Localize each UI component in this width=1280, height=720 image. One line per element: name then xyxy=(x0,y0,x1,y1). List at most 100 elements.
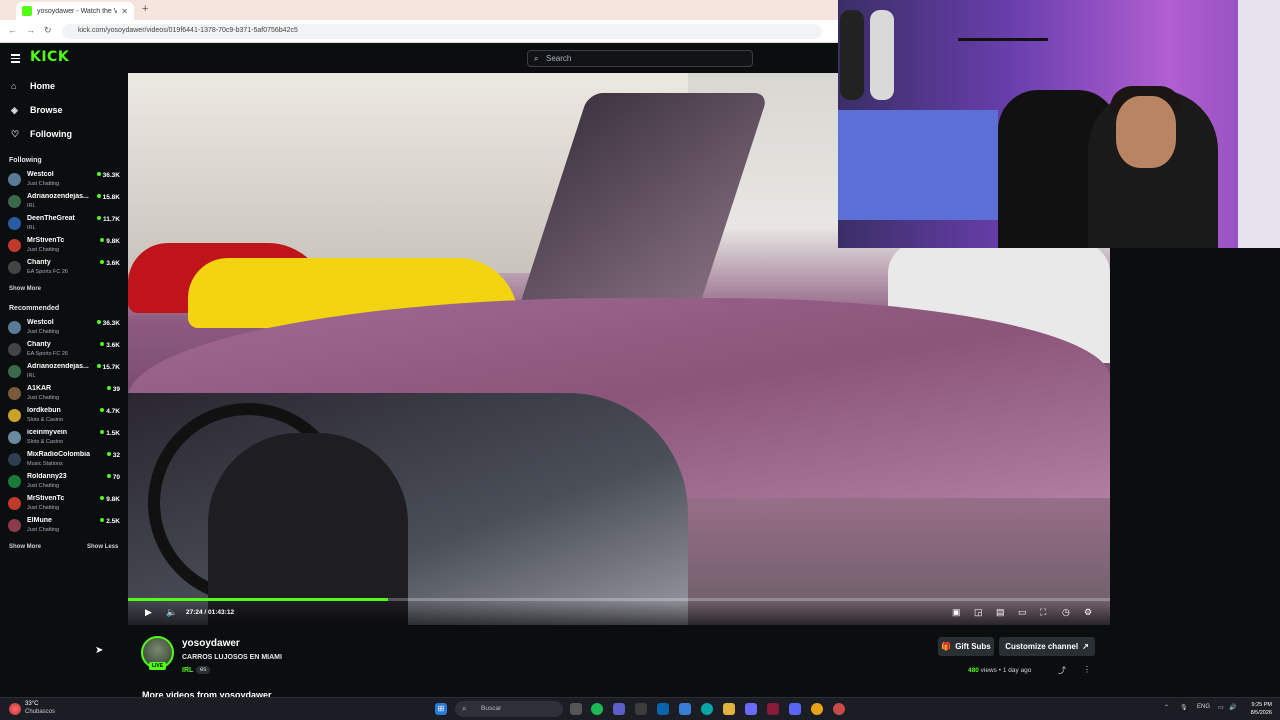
clock-time: 9:25 PM xyxy=(1251,702,1272,708)
sidebar-channel-row[interactable]: Adrianozendejas... IRL 15.7K xyxy=(8,362,120,382)
channel-avatar-icon xyxy=(8,217,21,230)
app-icon-2[interactable] xyxy=(767,703,779,715)
channel-row-name: MixRadioColombia xyxy=(27,451,91,458)
task-view-icon[interactable] xyxy=(570,703,582,715)
category-tag[interactable]: IRL xyxy=(182,667,193,674)
clock-date: 8/5/2026 xyxy=(1250,710,1272,716)
sidebar-channel-row[interactable]: MrStivenTc Just Chatting 9.8K xyxy=(8,494,120,514)
share-icon[interactable]: ⤴ xyxy=(1058,665,1066,676)
sidebar-channel-row[interactable]: Chanty EA Sports FC 26 3.6K xyxy=(8,258,120,278)
channel-avatar-icon xyxy=(8,195,21,208)
sidebar-channel-row[interactable]: iceinmyvein Slots & Casino 1.5K xyxy=(8,428,120,448)
channel-row-name: lordkebun xyxy=(27,407,61,414)
mouse-cursor-icon: ➤ xyxy=(95,645,104,656)
browser-tabbar: yosoydawer - Watch the V ✕ + xyxy=(0,0,838,20)
channel-avatar-icon xyxy=(8,497,21,510)
volume-icon[interactable]: 🔈 xyxy=(166,607,177,618)
captions-icon[interactable]: ▤ xyxy=(996,607,1005,618)
show-more-recommended[interactable]: Show More xyxy=(9,544,41,550)
teams-icon[interactable] xyxy=(613,703,625,715)
pip-icon[interactable]: ◲ xyxy=(974,607,983,618)
sidebar-channel-row[interactable]: DeenTheGreat IRL 11.7K xyxy=(8,214,120,234)
menu-icon[interactable] xyxy=(11,54,20,65)
new-tab-button[interactable]: + xyxy=(142,3,148,15)
sidebar-channel-row[interactable]: MixRadioColombia Music Stations 32 xyxy=(8,450,120,470)
taskbar-search[interactable]: ⌕ Buscar xyxy=(455,701,563,717)
language-tag[interactable]: es xyxy=(196,666,211,674)
channel-row-viewers: 4.7K xyxy=(100,408,120,415)
channel-row-category: IRL xyxy=(27,203,36,209)
speed-icon[interactable]: ◷ xyxy=(1062,607,1070,618)
weather-icon[interactable] xyxy=(9,703,21,715)
weather-temp: 33°C xyxy=(25,701,39,707)
discord-icon[interactable] xyxy=(789,703,801,715)
store-icon[interactable] xyxy=(635,703,647,715)
outlook-icon[interactable] xyxy=(657,703,669,715)
channel-name[interactable]: yosoydawer xyxy=(182,638,240,649)
nav-home-label: Home xyxy=(30,81,56,91)
sidebar-channel-row[interactable]: lordkebun Slots & Casino 4.7K xyxy=(8,406,120,426)
nav-home[interactable]: ⌂ Home xyxy=(11,79,55,93)
fullscreen-icon[interactable]: ⛶ xyxy=(1040,607,1046,618)
channel-row-viewers: 32 xyxy=(107,452,120,459)
gift-subs-button[interactable]: 🎁 Gift Subs xyxy=(938,637,994,656)
channel-row-viewers: 36.3K xyxy=(97,172,120,179)
app-icon[interactable] xyxy=(679,703,691,715)
webcam-overlay xyxy=(838,0,1280,248)
channel-avatar-icon xyxy=(8,387,21,400)
channel-avatar-icon xyxy=(8,261,21,274)
sidebar-channel-row[interactable]: Roldanny23 Just Chatting 70 xyxy=(8,472,120,492)
channel-avatar-icon xyxy=(8,343,21,356)
chrome-icon[interactable] xyxy=(811,703,823,715)
sidebar-channel-row[interactable]: Chanty EA Sports FC 26 3.6K xyxy=(8,340,120,360)
play-icon[interactable]: ▶ xyxy=(145,607,152,618)
back-icon[interactable]: ← xyxy=(8,25,17,35)
mic-icon[interactable]: 🎙 xyxy=(1180,704,1188,711)
url-field[interactable]: kick.com/yosoydawer/videos/019f6441-1378… xyxy=(62,24,822,39)
video-title: CARROS LUJOSOS EN MIAMI xyxy=(182,654,282,661)
video-stats: 480 views • 1 day ago xyxy=(968,667,1032,674)
playback-time: 27:24 / 01:43:12 xyxy=(186,609,235,616)
nav-following-label: Following xyxy=(30,129,72,139)
weather-condition: Chubascos xyxy=(25,709,56,715)
file-explorer-icon[interactable] xyxy=(723,703,735,715)
nav-following[interactable]: ♡ Following xyxy=(11,127,72,141)
close-tab-icon[interactable]: ✕ xyxy=(121,7,128,16)
heart-icon: ♡ xyxy=(11,128,20,139)
app-icon-3[interactable] xyxy=(833,703,845,715)
channel-row-viewers: 2.5K xyxy=(100,518,120,525)
forward-icon[interactable]: → xyxy=(26,25,35,35)
network-icon[interactable]: ▭ xyxy=(1218,704,1224,711)
language-indicator[interactable]: ENG xyxy=(1197,704,1210,710)
channel-row-viewers: 3.6K xyxy=(100,260,120,267)
clip-icon[interactable]: ▣ xyxy=(952,607,961,618)
sidebar-channel-row[interactable]: Adrianozendejas... IRL 15.8K xyxy=(8,192,120,212)
sidebar-channel-row[interactable]: ElMune Just Chatting 2.5K xyxy=(8,516,120,536)
show-less-recommended[interactable]: Show Less xyxy=(87,544,118,550)
sidebar-channel-row[interactable]: MrStivenTc Just Chatting 9.8K xyxy=(8,236,120,256)
kick-logo[interactable]: KICK xyxy=(30,49,69,65)
volume-icon[interactable]: 🔊 xyxy=(1229,704,1236,711)
channel-row-category: Just Chatting xyxy=(27,395,60,401)
clock[interactable]: 9:25 PM 8/5/2026 xyxy=(1242,701,1272,717)
reload-icon[interactable]: ↻ xyxy=(44,25,52,36)
edge-icon[interactable] xyxy=(701,703,713,715)
vscode-icon[interactable] xyxy=(745,703,757,715)
channel-row-category: EA Sports FC 26 xyxy=(27,269,68,275)
tray-chevron-icon[interactable]: ⌃ xyxy=(1164,704,1169,711)
windows-start-icon[interactable]: ⊞ xyxy=(435,703,447,715)
sidebar-channel-row[interactable]: Westcol Just Chatting 36.3K xyxy=(8,170,120,190)
spotify-icon[interactable] xyxy=(591,703,603,715)
theater-icon[interactable]: ▭ xyxy=(1018,607,1027,618)
channel-row-viewers: 70 xyxy=(107,474,120,481)
customize-channel-button[interactable]: Customize channel ↗ xyxy=(999,637,1095,656)
browser-tab[interactable]: yosoydawer - Watch the V ✕ xyxy=(16,2,134,20)
show-more-following[interactable]: Show More xyxy=(9,286,41,292)
sidebar-channel-row[interactable]: Westcol Just Chatting 36.3K xyxy=(8,318,120,338)
nav-browse[interactable]: ◈ Browse xyxy=(11,103,63,117)
settings-gear-icon[interactable]: ⚙ xyxy=(1084,607,1092,618)
live-badge: LIVE xyxy=(149,662,166,670)
more-options-icon[interactable]: ⋮ xyxy=(1083,665,1091,674)
search-input[interactable]: ⌕ Search xyxy=(527,50,753,67)
sidebar-channel-row[interactable]: A1KAR Just Chatting 39 xyxy=(8,384,120,404)
